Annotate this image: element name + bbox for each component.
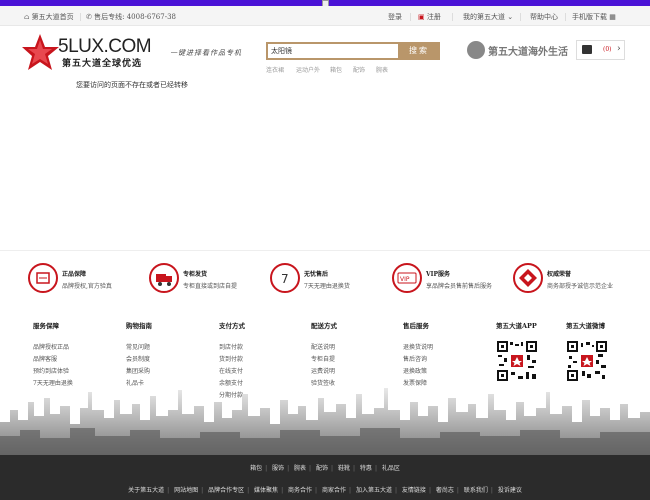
category-link[interactable]: 箱包 xyxy=(247,463,265,472)
my-account-menu[interactable]: 我的第五大道 ⌄ xyxy=(463,12,513,22)
slogan: 一键进择看作品专机 xyxy=(170,49,242,57)
logo-text: 5LUX.COM xyxy=(58,36,152,57)
service-item: 权威荣誉 商务部授予诚信示范企业 xyxy=(513,263,633,297)
footer-link[interactable]: 售后咨询 xyxy=(403,354,473,366)
phone-icon: ✆ xyxy=(86,13,92,21)
gift-icon: ▣ xyxy=(418,13,425,21)
footer-link[interactable]: 预约到店体验 xyxy=(33,366,103,378)
site-link[interactable]: 联系我们 xyxy=(461,485,491,494)
site-link[interactable]: 商家合作 xyxy=(319,485,349,494)
service-item: VIP VIP服务 享品牌会员售前售后服务 xyxy=(392,263,512,297)
register-link[interactable]: ▣ 注册 xyxy=(418,12,441,22)
chevron-down-icon: ⌄ xyxy=(507,13,514,21)
seal-icon xyxy=(28,263,58,293)
cart-count: (0) xyxy=(603,46,612,53)
qr-small-icon: ▦ xyxy=(609,13,616,21)
divider xyxy=(565,13,566,21)
footer-link[interactable]: 常见问题 xyxy=(126,342,196,354)
home-icon: ⌂ xyxy=(24,13,30,21)
footer-link[interactable]: 配送说明 xyxy=(311,342,381,354)
site-link[interactable]: 关于第五大道 xyxy=(125,485,167,494)
site-link[interactable]: 投诉建议 xyxy=(495,485,525,494)
cart-icon xyxy=(582,45,592,54)
service-item: 专柜发货 专柜直接或到店自提 xyxy=(149,263,269,297)
footer-link[interactable]: 运费说明 xyxy=(311,366,381,378)
footer-link[interactable]: 到店付款 xyxy=(219,342,289,354)
hot-keyword[interactable]: 连衣裙 xyxy=(266,65,284,74)
weibo-label: 第五大道微博 xyxy=(566,322,605,330)
weibo-qr-code-icon[interactable] xyxy=(566,340,608,382)
divider xyxy=(80,13,81,21)
cart-button[interactable]: (0) › xyxy=(576,40,625,60)
service-item: 正品保障 品牌授权,官方验真 xyxy=(28,263,148,297)
category-link[interactable]: 服饰 xyxy=(269,463,287,472)
logo-subtitle: 第五大道全球优选 xyxy=(62,59,143,69)
overseas-life-brand[interactable]: 第五大道海外生活 xyxy=(467,39,575,61)
hot-keyword[interactable]: 运动户外 xyxy=(296,65,320,74)
hot-keyword[interactable]: 腕表 xyxy=(376,65,388,74)
search-bar: 搜索 xyxy=(266,42,440,60)
honor-icon xyxy=(513,263,543,293)
category-link[interactable]: 礼品区 xyxy=(379,463,403,472)
footer-link[interactable]: 退换货说明 xyxy=(403,342,473,354)
category-link[interactable]: 腕表 xyxy=(291,463,309,472)
hot-keyword[interactable]: 配饰 xyxy=(353,65,365,74)
seven-day-icon: 7 xyxy=(270,263,300,293)
brand-leaf-icon xyxy=(467,41,485,59)
search-input[interactable] xyxy=(268,44,398,58)
footer-link[interactable]: 退换政策 xyxy=(403,366,473,378)
category-link[interactable]: 特惠 xyxy=(357,463,375,472)
truck-icon xyxy=(149,263,179,293)
footer-link[interactable]: 货到付款 xyxy=(219,354,289,366)
search-button[interactable]: 搜索 xyxy=(398,42,440,60)
footer-link[interactable]: 会员制度 xyxy=(126,354,196,366)
hotline: ✆ 售后专线: 4008-6767-38 xyxy=(86,13,176,21)
footer-link[interactable]: 在线支付 xyxy=(219,366,289,378)
help-link[interactable]: 帮助中心 xyxy=(530,12,558,22)
app-qr-code-icon[interactable] xyxy=(496,340,538,382)
top-bar: ⌂ 第五大道首页 ✆ 售后专线: 4008-6767-38 登录 ▣ 注册 我的… xyxy=(0,6,650,26)
app-label: 第五大道APP xyxy=(496,322,537,330)
divider xyxy=(520,13,521,21)
svg-text:VIP: VIP xyxy=(400,276,410,283)
city-skyline-illustration xyxy=(0,388,650,456)
login-link[interactable]: 登录 xyxy=(388,12,402,22)
site-link[interactable]: 友情链接 xyxy=(399,485,429,494)
footer-link[interactable]: 品牌客服 xyxy=(33,354,103,366)
site-link[interactable]: 媒体聚焦 xyxy=(251,485,281,494)
svg-text:7: 7 xyxy=(281,272,289,286)
site-link[interactable]: 商务合作 xyxy=(285,485,315,494)
footer-link[interactable]: 品牌授权正品 xyxy=(33,342,103,354)
category-link[interactable]: 配饰 xyxy=(313,463,331,472)
site-link[interactable]: 奢尚志 xyxy=(433,485,457,494)
mobile-download-menu[interactable]: 手机版下载 ▦ xyxy=(572,12,616,22)
site-link[interactable]: 网站地图 xyxy=(171,485,201,494)
chevron-right-icon: › xyxy=(617,44,621,54)
not-found-message: 您要访问的页面不存在或者已经转移 xyxy=(76,81,188,89)
category-link[interactable]: 鞋靴 xyxy=(335,463,353,472)
vip-icon: VIP xyxy=(392,263,422,293)
footer-link[interactable]: 集团采购 xyxy=(126,366,196,378)
divider xyxy=(410,13,411,21)
site-links: 关于第五大道 | 网站地图 | 品牌合作专区 | 媒体聚焦 | 商务合作 | 商家合作 | … xyxy=(0,485,650,494)
hot-keyword[interactable]: 箱包 xyxy=(330,65,342,74)
divider xyxy=(452,13,453,21)
site-logo[interactable]: 5LUX.COM 第五大道全球优选 xyxy=(22,32,152,76)
site-link[interactable]: 品牌合作专区 xyxy=(205,485,247,494)
home-link[interactable]: ⌂ 第五大道首页 xyxy=(24,12,74,22)
footer-link[interactable]: 专柜自提 xyxy=(311,354,381,366)
category-links: 箱包 | 服饰 | 腕表 | 配饰 | 鞋靴 | 特惠 | 礼品区 xyxy=(0,463,650,472)
service-item: 7 无忧售后 7天无理由退换货 xyxy=(270,263,390,297)
site-link[interactable]: 加入第五大道 xyxy=(353,485,395,494)
